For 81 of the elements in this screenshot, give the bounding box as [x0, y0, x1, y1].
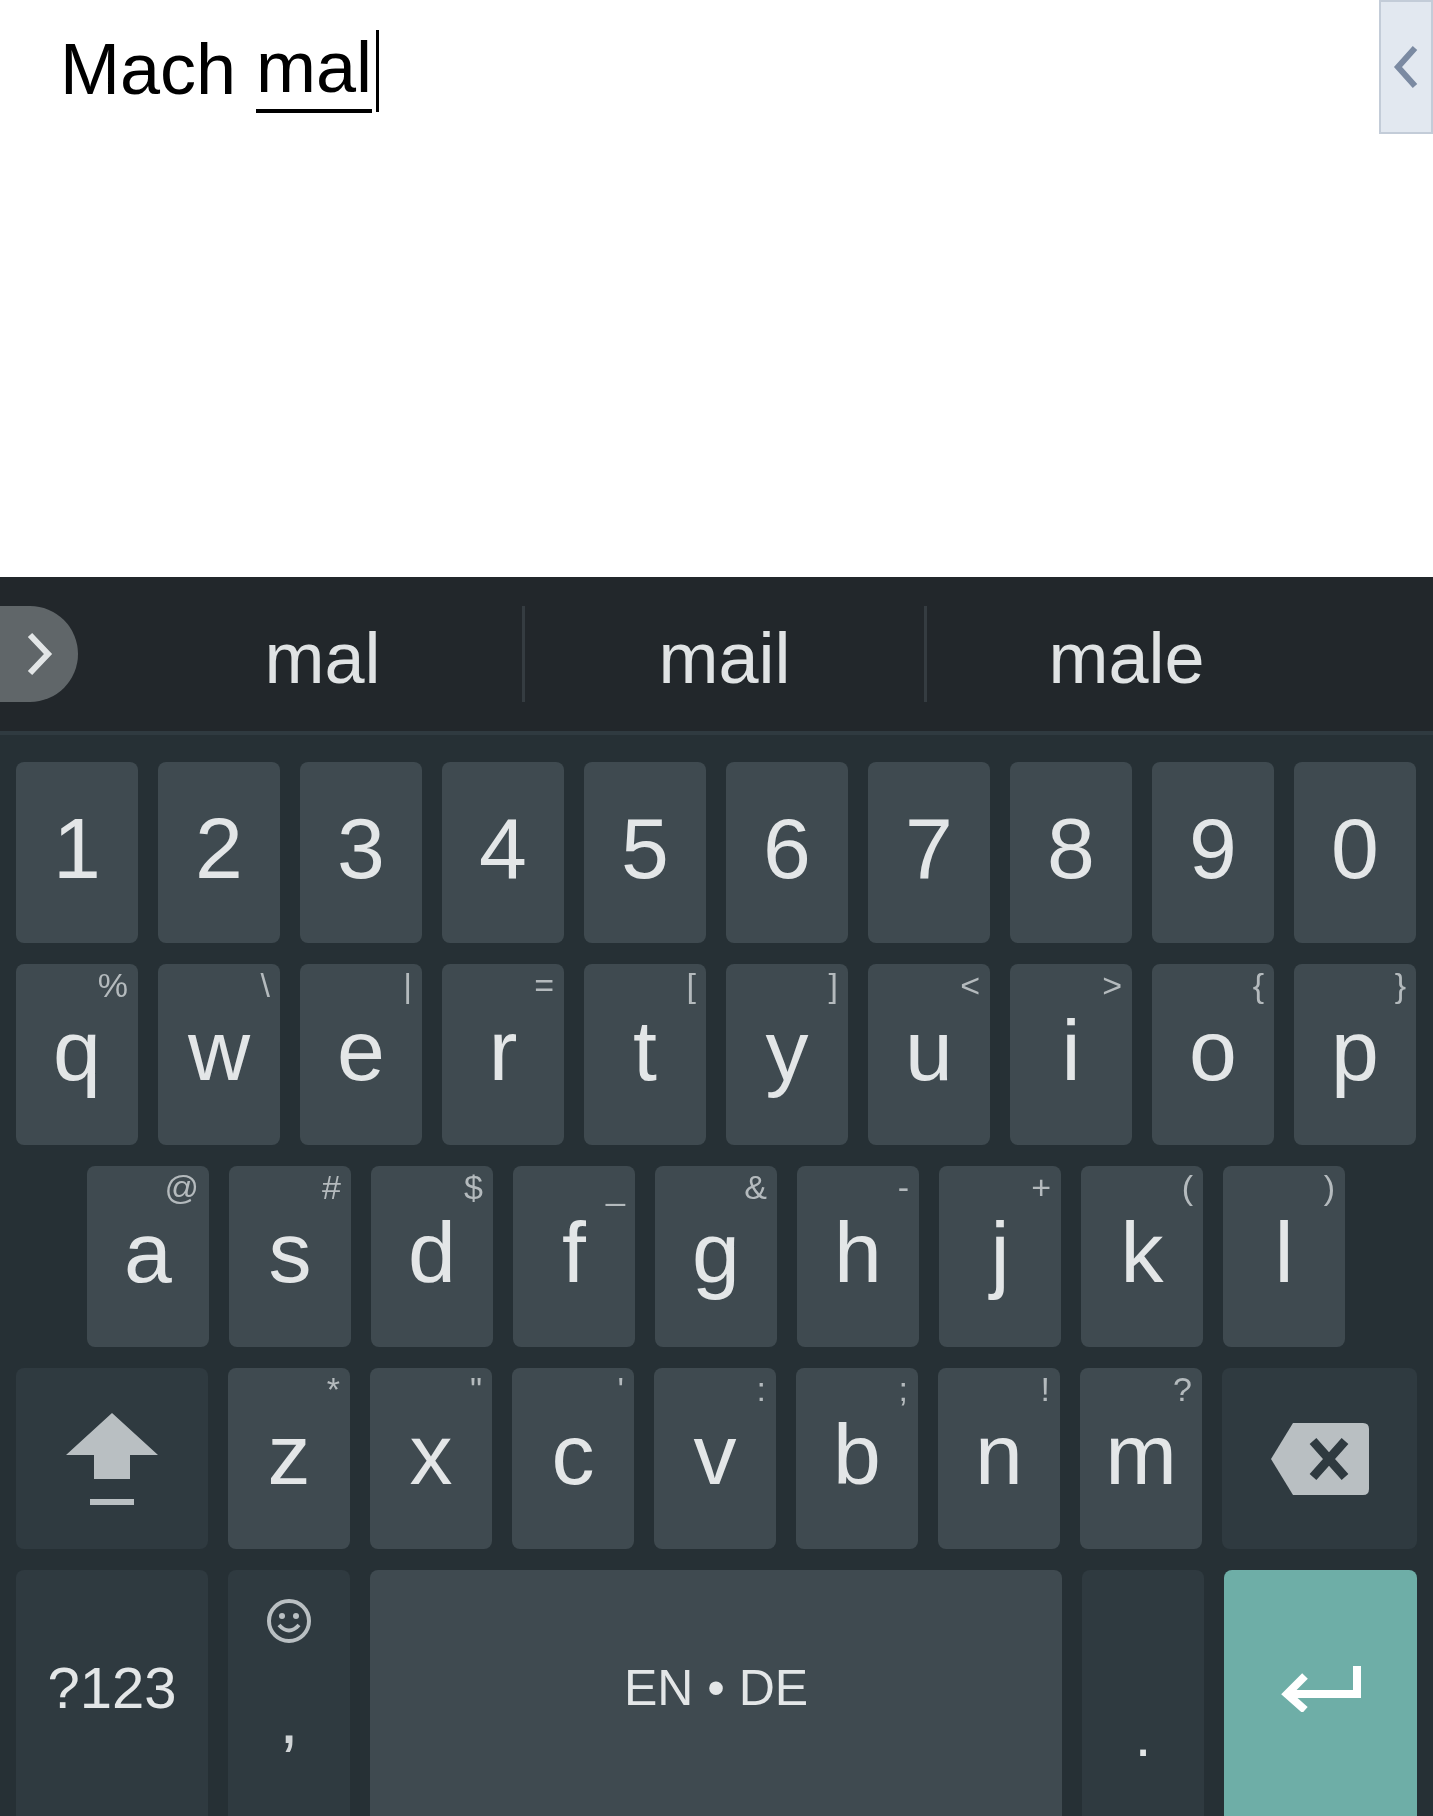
key-hint: > — [1102, 968, 1122, 1002]
key[interactable]: ) l — [1223, 1166, 1345, 1347]
key[interactable]: 2 — [158, 762, 280, 943]
suggestion[interactable]: male — [927, 614, 1326, 694]
key[interactable]: { o — [1152, 964, 1274, 1145]
backspace-icon — [1270, 1422, 1369, 1495]
suggestion[interactable]: mal — [123, 614, 522, 694]
key-hint: ? — [1173, 1372, 1192, 1406]
key-hint: - — [897, 1170, 909, 1204]
key-hint: ' — [617, 1372, 624, 1406]
key[interactable]: + j — [939, 1166, 1061, 1347]
key[interactable]: ' c — [512, 1368, 634, 1549]
key-hint: _ — [606, 1170, 625, 1204]
key[interactable]: # s — [229, 1166, 351, 1347]
key-hint: ( — [1181, 1170, 1193, 1204]
key[interactable]: 4 — [442, 762, 564, 943]
key[interactable]: 8 — [1010, 762, 1132, 943]
key[interactable]: 6 — [726, 762, 848, 943]
typed-text: Mach — [60, 28, 238, 111]
key-hint: & — [744, 1170, 767, 1204]
key[interactable]: ? m — [1080, 1368, 1202, 1549]
key-hint: | — [403, 968, 412, 1002]
chevron-left-icon — [1393, 44, 1419, 90]
key[interactable]: " x — [370, 1368, 492, 1549]
comma-key[interactable]: , — [228, 1570, 350, 1816]
symbols-key[interactable]: ?123 — [16, 1570, 208, 1816]
key[interactable]: | e — [300, 964, 422, 1145]
key[interactable]: ( k — [1081, 1166, 1203, 1347]
key[interactable]: = r — [442, 964, 564, 1145]
expand-tab[interactable] — [0, 606, 78, 702]
key-hint: : — [756, 1372, 766, 1406]
key[interactable]: @ a — [87, 1166, 209, 1347]
smiley-icon — [266, 1598, 312, 1644]
key-hint: ] — [828, 968, 838, 1002]
key-hint: } — [1394, 968, 1406, 1002]
key-hint: = — [534, 968, 554, 1002]
key-hint: { — [1252, 968, 1264, 1002]
key-hint: ! — [1040, 1372, 1050, 1406]
comma-label: , — [279, 1684, 299, 1754]
key[interactable]: * z — [228, 1368, 350, 1549]
key[interactable]: 5 — [584, 762, 706, 943]
key[interactable]: _ f — [513, 1166, 635, 1347]
key-hint: " — [469, 1372, 482, 1406]
space-key[interactable]: EN • DE — [370, 1570, 1062, 1816]
key[interactable]: [ t — [584, 964, 706, 1145]
key-hint: + — [1031, 1170, 1051, 1204]
key[interactable]: 9 — [1152, 762, 1274, 943]
text-input[interactable]: Mach mal — [60, 26, 380, 113]
key[interactable]: 3 — [300, 762, 422, 943]
collapse-tab[interactable] — [1379, 0, 1433, 134]
key[interactable]: 0 — [1294, 762, 1416, 943]
key[interactable]: ; b — [796, 1368, 918, 1549]
key-hint: ) — [1323, 1170, 1335, 1204]
key[interactable]: 1 — [16, 762, 138, 943]
key[interactable]: $ d — [371, 1166, 493, 1347]
shift-key[interactable] — [16, 1368, 208, 1549]
key[interactable]: & g — [655, 1166, 777, 1347]
key[interactable]: % q — [16, 964, 138, 1145]
chevron-right-icon — [25, 631, 53, 677]
key[interactable]: ] y — [726, 964, 848, 1145]
key[interactable]: 7 — [868, 762, 990, 943]
backspace-key[interactable] — [1222, 1368, 1417, 1549]
key-hint: @ — [164, 1170, 199, 1204]
key-hint: $ — [464, 1170, 483, 1204]
key[interactable]: ! n — [938, 1368, 1060, 1549]
composing-word: mal — [256, 26, 373, 113]
suggestion[interactable]: mail — [525, 614, 924, 694]
period-key[interactable]: . — [1082, 1570, 1204, 1816]
key[interactable]: \ w — [158, 964, 280, 1145]
key-hint: ; — [898, 1372, 908, 1406]
key-hint: % — [97, 968, 128, 1002]
key[interactable]: - h — [797, 1166, 919, 1347]
key-hint: [ — [686, 968, 696, 1002]
key[interactable]: } p — [1294, 964, 1416, 1145]
key-hint: # — [322, 1170, 341, 1204]
key-hint: \ — [260, 968, 270, 1002]
key[interactable]: > i — [1010, 964, 1132, 1145]
key[interactable]: < u — [868, 964, 990, 1145]
key-hint: < — [960, 968, 980, 1002]
key[interactable]: : v — [654, 1368, 776, 1549]
key-hint: * — [326, 1372, 340, 1406]
